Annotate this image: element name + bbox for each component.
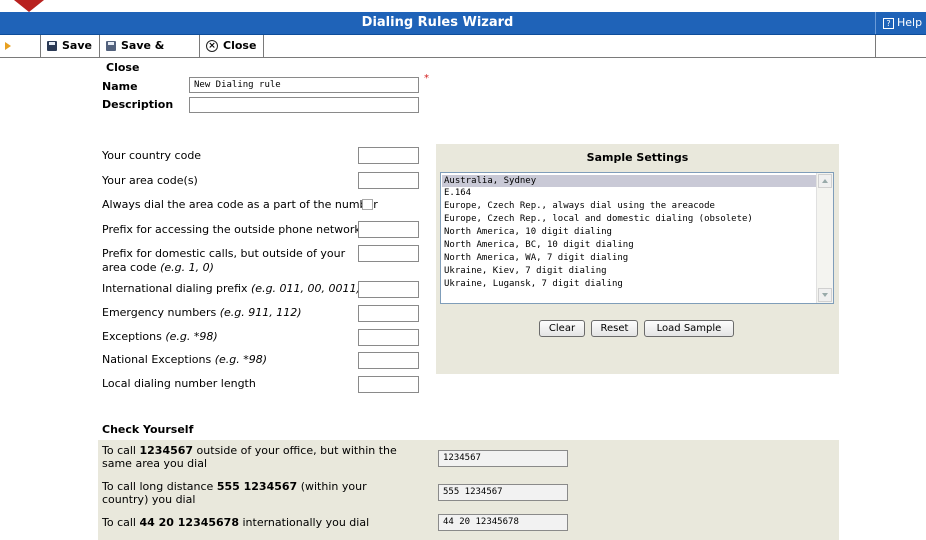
check-result-long-distance: 555 1234567 — [438, 484, 568, 501]
sample-settings-title: Sample Settings — [586, 151, 689, 164]
local-length-input[interactable] — [358, 376, 419, 393]
sample-settings-panel: Sample Settings Australia, Sydney E.164 … — [436, 144, 839, 374]
window-title: Dialing Rules Wizard — [361, 15, 514, 30]
description-label: Description — [102, 98, 174, 111]
help-button[interactable]: ? Help — [883, 12, 922, 34]
check-number: 44 20 12345678 — [139, 516, 239, 529]
title-divider — [875, 12, 876, 34]
load-sample-button[interactable]: Load Sample — [644, 320, 734, 337]
list-item[interactable]: North America, BC, 10 digit dialing — [444, 239, 634, 251]
always-dial-area-label: Always dial the area code as a part of t… — [102, 198, 378, 211]
emergency-input[interactable] — [358, 305, 419, 322]
list-item[interactable]: Ukraine, Kiev, 7 digit dialing — [444, 265, 607, 277]
expand-arrow-icon[interactable] — [5, 42, 11, 50]
national-exceptions-label-text: National Exceptions — [102, 353, 212, 366]
check-number: 555 1234567 — [216, 480, 298, 493]
check-yourself-panel: To call 1234567 outside of your office, … — [98, 440, 839, 540]
toolbar: Save Save & Close × Close — [0, 35, 926, 74]
emergency-hint: (e.g. 911, 112) — [219, 306, 302, 319]
list-item[interactable]: E.164 — [444, 187, 471, 199]
country-code-label: Your country code — [102, 149, 202, 162]
description-field[interactable] — [189, 97, 419, 113]
list-item[interactable]: Europe, Czech Rep., always dial using th… — [444, 200, 715, 212]
check-text: To call long distance — [102, 480, 217, 493]
save-close-button[interactable]: Save & Close — [99, 35, 198, 74]
list-item[interactable]: Australia, Sydney — [442, 175, 818, 187]
outside-prefix-label: Prefix for accessing the outside phone n… — [102, 223, 361, 236]
area-code-label: Your area code(s) — [102, 174, 198, 187]
domestic-prefix-hint: (e.g. 1, 0) — [160, 261, 214, 274]
sample-list[interactable]: Australia, Sydney E.164 Europe, Czech Re… — [440, 172, 834, 304]
clear-button[interactable]: Clear — [539, 320, 585, 337]
check-number: 1234567 — [139, 444, 194, 457]
exceptions-label: Exceptions (e.g. *98) — [102, 330, 218, 344]
scroll-up-icon[interactable] — [818, 174, 832, 188]
save-button[interactable]: Save — [40, 35, 99, 57]
country-code-input[interactable] — [358, 147, 419, 164]
list-item[interactable]: North America, WA, 7 digit dialing — [444, 252, 628, 264]
local-length-label: Local dialing number length — [102, 377, 256, 390]
save-label: Save — [62, 39, 92, 52]
check-yourself-title: Check Yourself — [102, 423, 194, 436]
intl-prefix-input[interactable] — [358, 281, 419, 298]
exceptions-label-text: Exceptions — [102, 330, 162, 343]
help-icon: ? — [883, 17, 894, 29]
list-item[interactable]: North America, 10 digit dialing — [444, 226, 612, 238]
domestic-prefix-input[interactable] — [358, 245, 419, 262]
check-text: To call — [102, 516, 140, 529]
intl-prefix-hint: (e.g. 011, 00, 0011) — [251, 282, 361, 295]
national-exceptions-label: National Exceptions (e.g. *98) — [102, 353, 267, 367]
exceptions-hint: (e.g. *98) — [165, 330, 218, 343]
help-label: Help — [897, 16, 923, 29]
outside-prefix-input[interactable] — [358, 221, 419, 238]
required-mark: * — [424, 73, 429, 84]
check-text: internationally you dial — [239, 516, 370, 529]
emergency-label-text: Emergency numbers — [102, 306, 217, 319]
list-item[interactable]: Ukraine, Lugansk, 7 digit dialing — [444, 278, 623, 290]
intl-prefix-label-text: International dialing prefix — [102, 282, 248, 295]
check-row-international: To call 44 20 12345678 internationally y… — [102, 516, 402, 529]
name-field[interactable]: New Dialing rule — [189, 77, 419, 93]
save-icon — [47, 41, 57, 51]
always-dial-area-checkbox[interactable] — [362, 199, 373, 210]
title-bar: Dialing Rules Wizard ? Help — [0, 12, 926, 35]
pointer-arrow-icon — [14, 0, 44, 12]
emergency-label: Emergency numbers (e.g. 911, 112) — [102, 306, 302, 320]
national-exceptions-hint: (e.g. *98) — [214, 353, 268, 366]
intl-prefix-label: International dialing prefix (e.g. 011, … — [102, 282, 361, 296]
list-item[interactable]: Europe, Czech Rep., local and domestic d… — [444, 213, 753, 225]
domestic-prefix-label: Prefix for domestic calls, but outside o… — [102, 247, 357, 275]
toolbar-divider — [875, 35, 876, 57]
check-result-international: 44 20 12345678 — [438, 514, 568, 531]
check-row-local: To call 1234567 outside of your office, … — [102, 444, 402, 470]
name-label: Name — [102, 80, 138, 93]
check-result-local: 1234567 — [438, 450, 568, 467]
toolbar-divider — [263, 35, 264, 57]
exceptions-input[interactable] — [358, 329, 419, 346]
check-row-long-distance: To call long distance 555 1234567 (withi… — [102, 480, 402, 506]
close-icon: × — [206, 40, 218, 52]
domestic-prefix-label-text: Prefix for domestic calls, but outside o… — [102, 247, 346, 274]
area-code-input[interactable] — [358, 172, 419, 189]
list-scrollbar[interactable] — [816, 173, 833, 303]
scroll-down-icon[interactable] — [818, 288, 832, 302]
close-button[interactable]: × Close — [199, 35, 264, 57]
reset-button[interactable]: Reset — [591, 320, 638, 337]
check-text: To call — [102, 444, 140, 457]
save-close-icon — [106, 41, 116, 51]
national-exceptions-input[interactable] — [358, 352, 419, 369]
close-label: Close — [223, 39, 257, 52]
